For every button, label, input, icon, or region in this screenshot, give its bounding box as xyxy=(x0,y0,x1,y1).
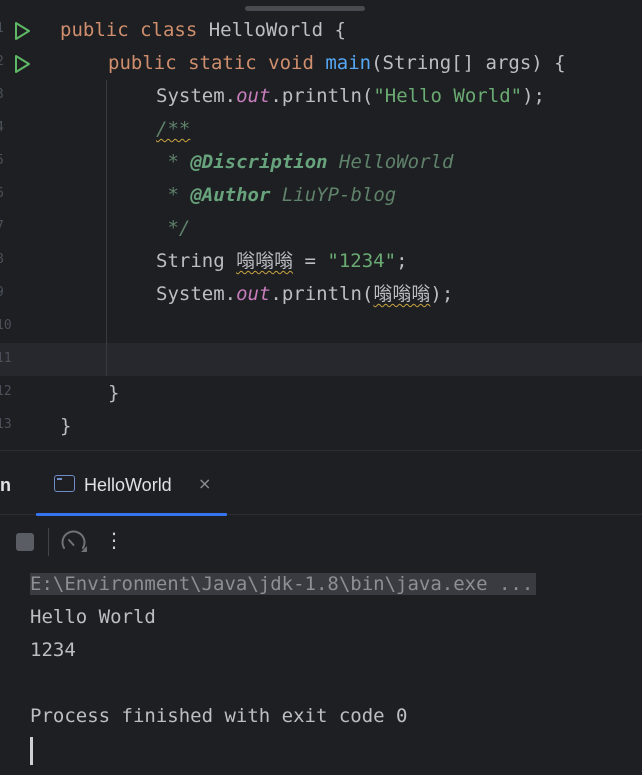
class-ref: System. xyxy=(156,85,237,107)
code-line[interactable]: String 嗡嗡嗡 = "1234"; xyxy=(156,245,408,278)
code-line[interactable]: */ xyxy=(156,212,190,245)
toolbar-separator xyxy=(48,528,49,556)
tool-window-title[interactable]: n xyxy=(0,475,11,496)
line-number: 12 xyxy=(0,384,12,399)
line-number: 1 xyxy=(0,21,4,36)
current-line-highlight xyxy=(0,343,642,376)
operator: = xyxy=(293,250,328,272)
doc-comment: */ xyxy=(156,217,191,239)
code-line[interactable]: * @Discription HelloWorld xyxy=(156,146,453,179)
console-icon xyxy=(54,475,75,492)
run-tool-window: n HelloWorld × ⋮ E:\Environment\Java\jdk… xyxy=(0,450,642,775)
console-line: Process finished with exit code 0 xyxy=(30,705,408,727)
statement-end: ); xyxy=(522,85,545,107)
code-line[interactable]: /** xyxy=(156,113,190,146)
variable-name: 嗡嗡嗡 xyxy=(373,283,431,305)
doc-comment: * xyxy=(156,151,191,173)
run-tab-bar: n HelloWorld × xyxy=(0,451,642,516)
console-line: E:\Environment\Java\jdk-1.8\bin\java.exe… xyxy=(30,568,537,601)
tab-helloworld[interactable]: HelloWorld × xyxy=(36,451,227,516)
gauge-icon[interactable] xyxy=(61,530,89,554)
line-number: 8 xyxy=(0,252,4,267)
line-number: 11 xyxy=(0,351,12,366)
brace: } xyxy=(108,382,120,404)
keyword: public static void xyxy=(108,52,326,74)
command-line[interactable]: E:\Environment\Java\jdk-1.8\bin\java.exe… xyxy=(30,573,537,595)
code-line[interactable]: System.out.println("Hello World"); xyxy=(156,80,545,113)
console-line: 1234 xyxy=(30,639,76,661)
method-params: (String[] args) { xyxy=(371,52,566,74)
statement-end: ); xyxy=(430,283,454,305)
string-literal: "Hello World" xyxy=(373,85,523,107)
type-name: String xyxy=(156,250,237,272)
doc-comment: HelloWorld xyxy=(327,151,454,173)
more-vertical-icon[interactable]: ⋮ xyxy=(104,528,124,552)
doc-comment: LiuYP-blog xyxy=(270,184,397,206)
string-literal: "1234" xyxy=(327,250,397,272)
line-number: 9 xyxy=(0,285,4,300)
static-field: out xyxy=(236,85,271,107)
indent-guide xyxy=(106,80,107,376)
code-line[interactable]: * @Author LiuYP-blog xyxy=(156,179,396,212)
doc-comment: * xyxy=(156,184,191,206)
tab-label: HelloWorld xyxy=(84,475,172,495)
method-call: .println( xyxy=(270,283,374,305)
keyword: public class xyxy=(60,19,209,41)
code-line[interactable]: } xyxy=(60,410,71,443)
editor-scrollbar[interactable] xyxy=(245,6,365,11)
code-line[interactable]: public class HelloWorld { xyxy=(60,14,346,47)
run-triangle-icon[interactable] xyxy=(12,54,32,74)
code-line[interactable]: System.out.println(嗡嗡嗡); xyxy=(156,278,453,311)
line-number: 4 xyxy=(0,120,4,135)
console-line: Hello World xyxy=(30,606,156,628)
line-number: 7 xyxy=(0,219,4,234)
run-triangle-icon[interactable] xyxy=(12,21,32,41)
variable-name: 嗡嗡嗡 xyxy=(236,250,294,272)
code-editor[interactable]: 1 2 3 4 5 6 7 8 9 10 11 12 13 public cla… xyxy=(0,0,642,450)
close-icon[interactable]: × xyxy=(198,474,211,493)
line-number: 10 xyxy=(0,318,12,333)
line-number: 3 xyxy=(0,87,4,102)
code-line[interactable]: public static void main(String[] args) { xyxy=(108,47,566,80)
brace: { xyxy=(323,19,346,41)
statement-end: ; xyxy=(396,250,408,272)
doc-tag: @Author xyxy=(190,184,271,206)
line-number: 13 xyxy=(0,417,12,432)
class-ref: System. xyxy=(156,283,237,305)
line-number: 2 xyxy=(0,54,4,69)
method-call: .println( xyxy=(270,85,374,107)
static-field: out xyxy=(236,283,271,305)
class-name: HelloWorld xyxy=(208,19,324,41)
line-number: 6 xyxy=(0,186,4,201)
method-name: main xyxy=(325,52,372,74)
stop-icon[interactable] xyxy=(16,533,34,551)
code-line[interactable]: } xyxy=(108,377,119,410)
line-number: 5 xyxy=(0,153,4,168)
run-toolbar: ⋮ xyxy=(0,516,642,566)
doc-tag: @Discription xyxy=(190,151,328,173)
brace: } xyxy=(60,415,72,437)
text-caret xyxy=(30,737,33,765)
doc-comment: /** xyxy=(156,118,191,140)
console-output[interactable]: E:\Environment\Java\jdk-1.8\bin\java.exe… xyxy=(0,568,642,775)
